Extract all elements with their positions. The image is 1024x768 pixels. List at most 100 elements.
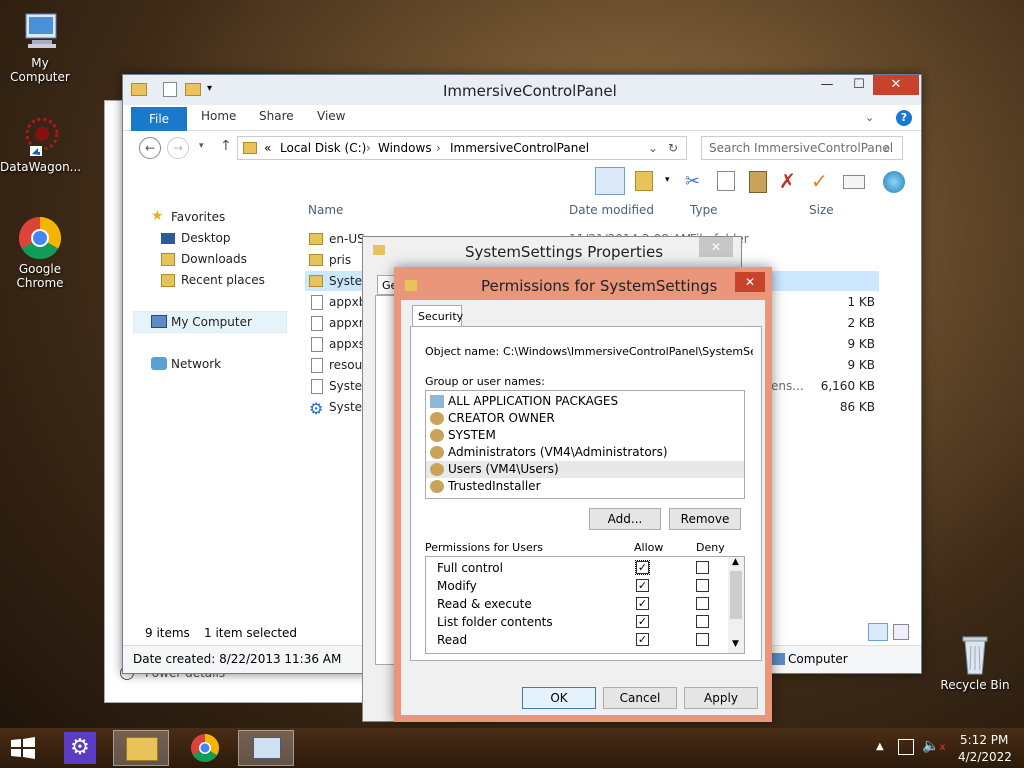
tab-view[interactable]: View: [317, 109, 345, 123]
scroll-thumb[interactable]: [730, 571, 742, 619]
preview-pane-icon[interactable]: [595, 167, 625, 195]
list-item[interactable]: ALL APPLICATION PACKAGES: [426, 393, 744, 410]
new-folder-icon[interactable]: [185, 83, 201, 96]
desktop-icon-datawagon[interactable]: DataWagon...: [0, 114, 81, 174]
clock-time[interactable]: 5:12 PM: [960, 733, 1008, 747]
column-date-modified[interactable]: Date modified: [569, 203, 654, 217]
file-name[interactable]: pris: [329, 253, 351, 267]
column-name[interactable]: Name: [308, 203, 343, 217]
list-item-selected[interactable]: Users (VM4\Users): [426, 461, 744, 478]
dropdown-icon[interactable]: ▾: [665, 175, 670, 185]
deny-checkbox[interactable]: [696, 561, 709, 574]
back-button[interactable]: ←: [139, 137, 161, 159]
search-input[interactable]: Search ImmersiveControlPanel: [709, 141, 893, 155]
group-name: ALL APPLICATION PACKAGES: [448, 394, 619, 408]
apply-button[interactable]: Apply: [684, 687, 758, 709]
forward-button[interactable]: →: [167, 137, 189, 159]
allow-checkbox[interactable]: ✓: [636, 615, 649, 628]
customize-dropdown-icon[interactable]: ▾: [207, 83, 212, 94]
windows-start-icon[interactable]: [8, 736, 38, 760]
breadcrumb-immersivecontrolpanel[interactable]: ImmersiveControlPanel: [450, 141, 589, 155]
scroll-up-icon[interactable]: ▲: [732, 557, 739, 567]
list-item[interactable]: CREATOR OWNER: [426, 410, 744, 427]
add-button[interactable]: Add...: [589, 508, 661, 530]
permission-row: Read ✓: [426, 632, 726, 650]
file-name[interactable]: appxb: [329, 295, 366, 309]
nav-downloads[interactable]: Downloads: [181, 252, 247, 266]
column-size[interactable]: Size: [809, 203, 834, 217]
file-name[interactable]: en-US: [329, 232, 365, 246]
column-type[interactable]: Type: [690, 203, 718, 217]
network-globe-icon[interactable]: [883, 171, 905, 193]
allow-checkbox[interactable]: ✓: [636, 633, 649, 646]
refresh-icon[interactable]: ↻: [668, 141, 678, 155]
nav-my-computer[interactable]: My Computer: [171, 315, 252, 329]
nav-favorites[interactable]: Favorites: [171, 210, 225, 224]
list-item[interactable]: SYSTEM: [426, 427, 744, 444]
minimize-button[interactable]: —: [813, 75, 841, 95]
taskbar-explorer-button[interactable]: [113, 730, 169, 766]
remove-button[interactable]: Remove: [669, 508, 741, 530]
permissions-list[interactable]: Full control ✓ Modify ✓ Read & execute ✓…: [425, 556, 745, 654]
nav-recent-places[interactable]: Recent places: [181, 273, 265, 287]
tab-file[interactable]: File: [131, 107, 187, 131]
taskbar-chrome-button[interactable]: [177, 730, 233, 766]
taskbar-settings-button[interactable]: ⚙: [52, 730, 108, 766]
properties-close-button[interactable]: ✕: [699, 237, 733, 257]
allow-checkbox[interactable]: ✓: [636, 579, 649, 592]
permissions-close-button[interactable]: ✕: [735, 272, 765, 292]
up-button[interactable]: ↑: [220, 138, 232, 154]
cut-icon[interactable]: ✂: [685, 171, 700, 192]
large-icons-view-button[interactable]: [893, 624, 909, 640]
address-bar[interactable]: « Local Disk (C:) › Windows › ImmersiveC…: [237, 136, 687, 160]
desktop-icon-chrome[interactable]: Google Chrome: [0, 216, 80, 290]
expand-ribbon-icon[interactable]: ⌄: [865, 111, 874, 124]
user-group-icon: [430, 429, 444, 442]
details-view-button[interactable]: [868, 623, 888, 641]
check-icon[interactable]: ✓: [811, 169, 828, 193]
network-tray-icon[interactable]: [898, 739, 914, 755]
deny-checkbox[interactable]: [696, 597, 709, 610]
volume-muted-icon[interactable]: 🔈x: [922, 738, 945, 754]
taskbar-monitor-button[interactable]: [238, 730, 294, 766]
allow-checkbox[interactable]: ✓: [636, 597, 649, 610]
nav-desktop[interactable]: Desktop: [181, 231, 231, 245]
breadcrumb-windows[interactable]: Windows: [378, 141, 432, 155]
properties-toolbar-icon[interactable]: [635, 171, 653, 191]
tab-home[interactable]: Home: [201, 109, 236, 123]
maximize-button[interactable]: ☐: [845, 75, 873, 95]
group-list[interactable]: ALL APPLICATION PACKAGES CREATOR OWNER S…: [425, 390, 745, 499]
paste-icon[interactable]: [749, 171, 767, 193]
deny-checkbox[interactable]: [696, 579, 709, 592]
nav-network[interactable]: Network: [171, 357, 221, 371]
deny-checkbox[interactable]: [696, 615, 709, 628]
show-hidden-icons[interactable]: ▲: [876, 741, 884, 752]
list-item[interactable]: TrustedInstaller: [426, 478, 744, 495]
cancel-button[interactable]: Cancel: [603, 687, 677, 709]
scrollbar[interactable]: ▲ ▼: [728, 557, 744, 653]
address-dropdown-icon[interactable]: ⌄: [648, 141, 658, 155]
permission-row: List folder contents ✓: [426, 614, 726, 632]
delete-icon[interactable]: ✗: [779, 169, 796, 193]
deny-checkbox[interactable]: [696, 633, 709, 646]
breadcrumb-local-disk[interactable]: Local Disk (C:): [280, 141, 366, 155]
desktop-icon-my-computer[interactable]: My Computer: [0, 10, 80, 84]
close-button[interactable]: ✕: [873, 75, 919, 95]
search-icon[interactable]: ⌕: [884, 141, 891, 156]
scroll-down-icon[interactable]: ▼: [732, 639, 739, 649]
tab-security[interactable]: Security: [412, 305, 463, 327]
properties-icon[interactable]: [163, 82, 177, 97]
desktop-icon-recycle-bin[interactable]: Recycle Bin: [935, 632, 1015, 692]
recent-locations-icon[interactable]: ▾: [199, 141, 204, 151]
search-box[interactable]: Search ImmersiveControlPanel ⌕: [701, 136, 903, 160]
breadcrumb-overflow[interactable]: «: [264, 141, 271, 155]
ok-button[interactable]: OK: [522, 687, 596, 709]
list-item[interactable]: Administrators (VM4\Administrators): [426, 444, 744, 461]
rename-icon[interactable]: [843, 175, 865, 189]
tab-share[interactable]: Share: [259, 109, 294, 123]
clock-date[interactable]: 4/2/2022: [958, 750, 1012, 764]
allow-checkbox[interactable]: ✓: [635, 560, 650, 575]
copy-icon[interactable]: [717, 171, 735, 191]
object-name-label: Object name:: [425, 345, 500, 358]
help-icon[interactable]: ?: [896, 110, 912, 126]
